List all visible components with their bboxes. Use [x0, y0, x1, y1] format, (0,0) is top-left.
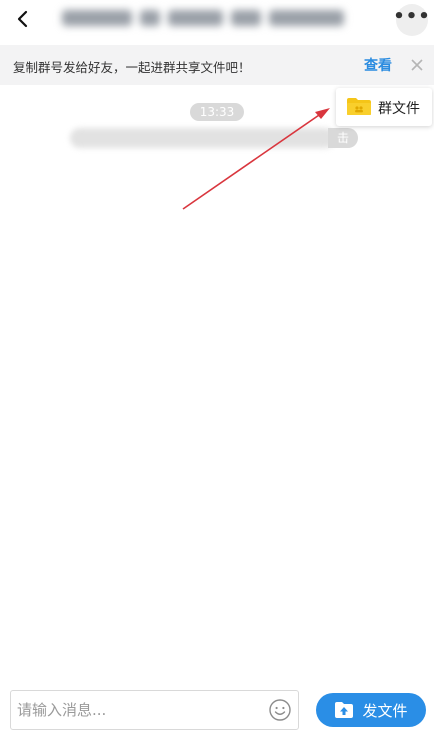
- send-file-label: 发文件: [362, 701, 408, 720]
- group-files-menu-item[interactable]: 群文件: [336, 88, 432, 126]
- group-files-label: 群文件: [378, 101, 420, 117]
- smiley-icon[interactable]: [268, 698, 292, 722]
- upload-folder-icon: [335, 702, 354, 718]
- message-input-box: [10, 690, 299, 730]
- send-file-button[interactable]: 发文件: [316, 693, 426, 727]
- folder-icon: [347, 98, 371, 115]
- message-input[interactable]: [15, 692, 259, 728]
